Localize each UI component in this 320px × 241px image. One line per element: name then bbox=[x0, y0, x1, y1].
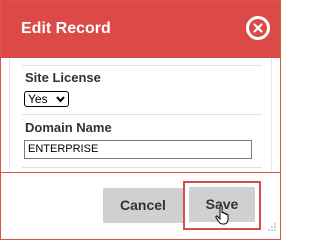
divider bbox=[22, 65, 262, 66]
dialog-header: Edit Record bbox=[1, 1, 280, 58]
divider bbox=[22, 114, 262, 115]
site-license-select[interactable]: Yes bbox=[24, 91, 69, 107]
divider bbox=[22, 167, 262, 168]
domain-name-label: Domain Name bbox=[25, 120, 112, 135]
site-license-label: Site License bbox=[25, 70, 101, 85]
chevron-down-icon bbox=[56, 93, 65, 108]
edit-record-dialog: Edit Record Site License Yes Domain Name… bbox=[0, 0, 281, 240]
close-icon[interactable] bbox=[246, 16, 270, 40]
hand-pointer-icon bbox=[215, 205, 231, 230]
dialog-title: Edit Record bbox=[21, 20, 111, 37]
resize-grip-icon[interactable] bbox=[268, 218, 276, 236]
footer-divider bbox=[1, 172, 280, 173]
dialog-body: Site License Yes Domain Name ENTERPRISE bbox=[9, 58, 272, 172]
domain-name-input[interactable]: ENTERPRISE bbox=[24, 140, 252, 159]
site-license-value: Yes bbox=[28, 92, 48, 106]
cancel-button[interactable]: Cancel bbox=[103, 188, 183, 223]
